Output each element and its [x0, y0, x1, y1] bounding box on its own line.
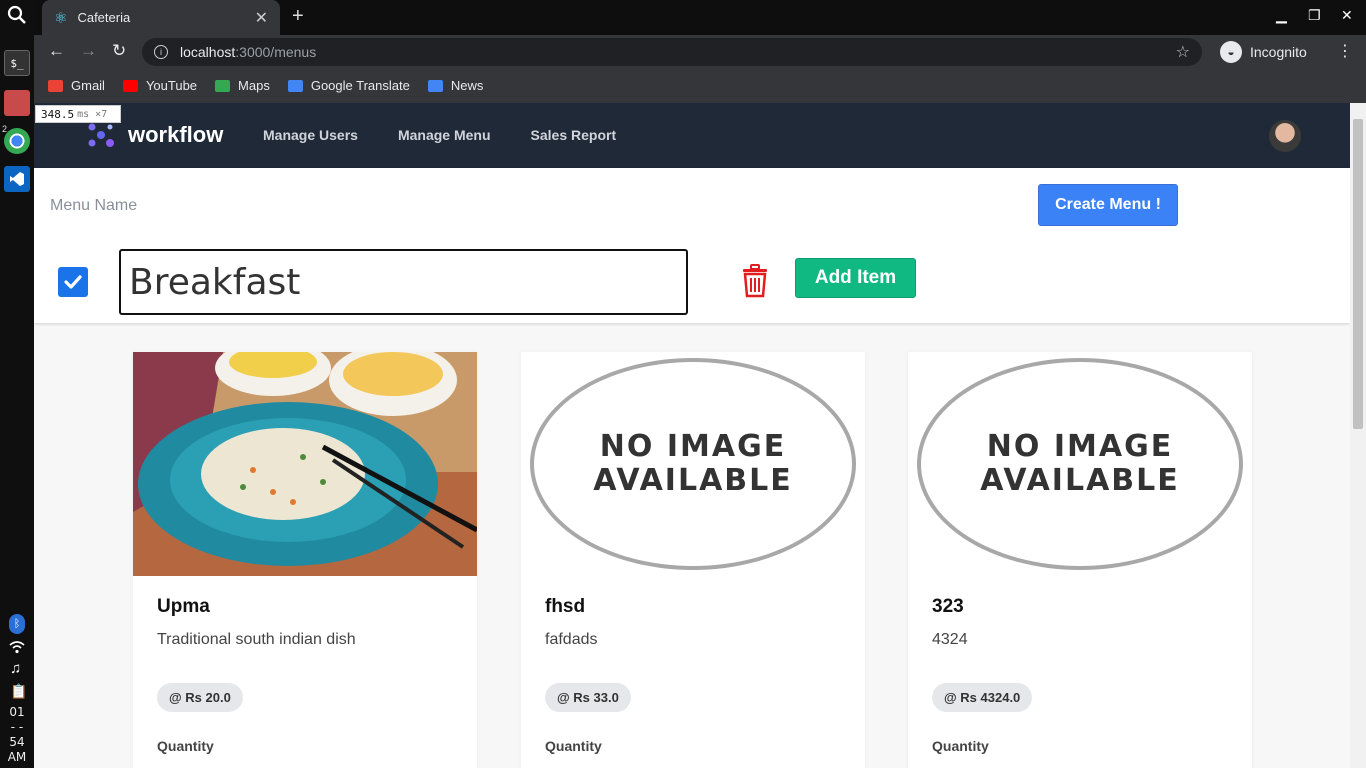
bookmark-gmail[interactable]: Gmail	[48, 78, 105, 93]
incognito-label: Incognito	[1250, 44, 1307, 60]
search-icon[interactable]	[7, 5, 27, 30]
clock-hour: 01	[9, 705, 25, 719]
bookmark-star-icon[interactable]: ☆	[1176, 42, 1190, 62]
menu-item-card: NO IMAGE AVAILABLE fhsd fafdads @ Rs 33.…	[521, 352, 865, 768]
menu-item-card: NO IMAGE AVAILABLE 323 4324 @ Rs 4324.0 …	[908, 352, 1252, 768]
item-name: Upma	[157, 596, 210, 617]
address-bar[interactable]: i localhost:3000/menus ☆	[142, 38, 1202, 66]
menu-form-panel: Menu Name Create Menu ! Add Item	[34, 168, 1350, 323]
close-icon[interactable]: ✕	[255, 8, 268, 28]
bookmark-youtube[interactable]: YouTube	[122, 78, 198, 93]
url-host: localhost	[180, 44, 236, 60]
menu-name-input[interactable]	[119, 249, 688, 315]
menu-active-checkbox[interactable]	[58, 267, 88, 297]
price-badge: @ Rs 33.0	[545, 683, 631, 712]
nav-manage-users[interactable]: Manage Users	[263, 127, 358, 143]
tab-strip: ⚛ Cafeteria ✕ + ▁ ❐ ✕	[34, 0, 1366, 35]
music-icon[interactable]: ♫	[10, 660, 21, 677]
bookmark-label: Maps	[238, 78, 270, 93]
clock: 01 - - 54 AM	[0, 705, 34, 765]
menu-item-card: Upma Traditional south indian dish @ Rs …	[133, 352, 477, 768]
bookmark-label: Gmail	[71, 78, 105, 93]
timing-value: 348.5	[41, 107, 75, 121]
forward-icon[interactable]: →	[80, 41, 97, 61]
clock-ampm: AM	[7, 750, 27, 764]
create-menu-button[interactable]: Create Menu !	[1038, 184, 1178, 226]
clock-minute: 54	[9, 735, 25, 749]
food-image	[133, 352, 477, 576]
news-icon	[427, 79, 443, 92]
incognito-icon: ◒	[1220, 41, 1242, 63]
price-badge: @ Rs 4324.0	[932, 683, 1033, 712]
placeholder-line: NO IMAGE	[986, 429, 1174, 464]
price-badge: @ Rs 20.0	[157, 683, 243, 712]
folder-icon[interactable]	[4, 90, 30, 116]
vscode-icon[interactable]	[4, 166, 30, 192]
more-menu-icon[interactable]: ⋮	[1337, 41, 1353, 61]
window-close-icon[interactable]: ✕	[1341, 7, 1353, 24]
clock-separator: - -	[10, 720, 24, 734]
item-description: Traditional south indian dish	[157, 631, 356, 648]
nav-sales-report[interactable]: Sales Report	[531, 127, 617, 143]
checkmark-icon	[64, 275, 82, 289]
quantity-label: Quantity	[157, 738, 214, 754]
workflow-logo-icon	[88, 123, 114, 147]
placeholder-line: AVAILABLE	[980, 463, 1180, 498]
wifi-icon[interactable]	[9, 640, 25, 657]
maps-icon	[215, 79, 231, 92]
maximize-icon[interactable]: ❐	[1308, 7, 1321, 24]
react-icon: ⚛	[54, 9, 68, 27]
translate-icon	[287, 79, 303, 92]
trash-icon[interactable]	[740, 264, 770, 303]
incognito-indicator[interactable]: ◒ Incognito	[1220, 40, 1307, 64]
item-description: fafdads	[545, 631, 598, 648]
gmail-icon	[48, 79, 63, 92]
brand-logo[interactable]: workflow	[84, 121, 223, 149]
bookmark-label: Google Translate	[310, 78, 410, 93]
bookmark-maps[interactable]: Maps	[215, 78, 270, 93]
item-name: 323	[932, 596, 964, 617]
new-tab-icon[interactable]: +	[292, 5, 304, 28]
chrome-icon[interactable]	[4, 128, 30, 154]
scrollbar-thumb[interactable]	[1353, 119, 1363, 429]
quantity-label: Quantity	[545, 738, 602, 754]
timing-unit: ms ×7	[77, 108, 108, 120]
back-icon[interactable]: ←	[48, 41, 65, 61]
nav-manage-menu[interactable]: Manage Menu	[398, 127, 491, 143]
bookmarks-bar: Gmail YouTube Maps Google Translate News	[34, 68, 1366, 103]
timing-overlay: 348.5 ms ×7	[35, 105, 121, 123]
browser-toolbar: ← → ↻ i localhost:3000/menus ☆ ◒ Incogni…	[34, 35, 1366, 68]
no-image-placeholder: NO IMAGE AVAILABLE	[908, 352, 1252, 576]
youtube-icon	[122, 79, 138, 92]
page-scrollbar[interactable]	[1350, 103, 1366, 768]
reload-icon[interactable]: ↻	[112, 41, 126, 61]
add-item-button[interactable]: Add Item	[795, 258, 916, 298]
main-nav: Manage Users Manage Menu Sales Report	[263, 127, 616, 143]
avatar[interactable]	[1269, 120, 1301, 152]
bookmark-label: YouTube	[145, 78, 198, 93]
page-content: workflow Manage Users Manage Menu Sales …	[34, 103, 1350, 768]
no-image-placeholder: NO IMAGE AVAILABLE	[521, 352, 865, 576]
item-description: 4324	[932, 631, 968, 648]
bookmark-label: News	[450, 78, 484, 93]
bookmark-google-translate[interactable]: Google Translate	[287, 78, 410, 93]
brand-name: workflow	[128, 122, 224, 147]
terminal-icon[interactable]: $_	[4, 50, 30, 76]
app-navbar: workflow Manage Users Manage Menu Sales …	[34, 103, 1350, 168]
item-name: fhsd	[545, 596, 586, 617]
os-taskbar: $_ 2 ᛒ ♫ 📋 01 - - 54 AM	[0, 0, 34, 768]
info-icon[interactable]: i	[154, 45, 168, 59]
browser-chrome: ⚛ Cafeteria ✕ + ▁ ❐ ✕ ← → ↻ i localhost:…	[34, 0, 1366, 103]
url-path: :3000/menus	[235, 44, 317, 60]
tab-cafeteria[interactable]: ⚛ Cafeteria ✕	[42, 0, 280, 35]
clipboard-icon[interactable]: 📋	[10, 683, 27, 700]
quantity-label: Quantity	[932, 738, 989, 754]
placeholder-line: NO IMAGE	[599, 429, 787, 464]
bluetooth-icon[interactable]: ᛒ	[9, 614, 25, 634]
tab-title: Cafeteria	[77, 10, 131, 25]
bookmark-news[interactable]: News	[427, 78, 484, 93]
menu-name-label: Menu Name	[50, 197, 138, 214]
minimize-icon[interactable]: ▁	[1276, 7, 1287, 24]
placeholder-line: AVAILABLE	[593, 463, 793, 498]
